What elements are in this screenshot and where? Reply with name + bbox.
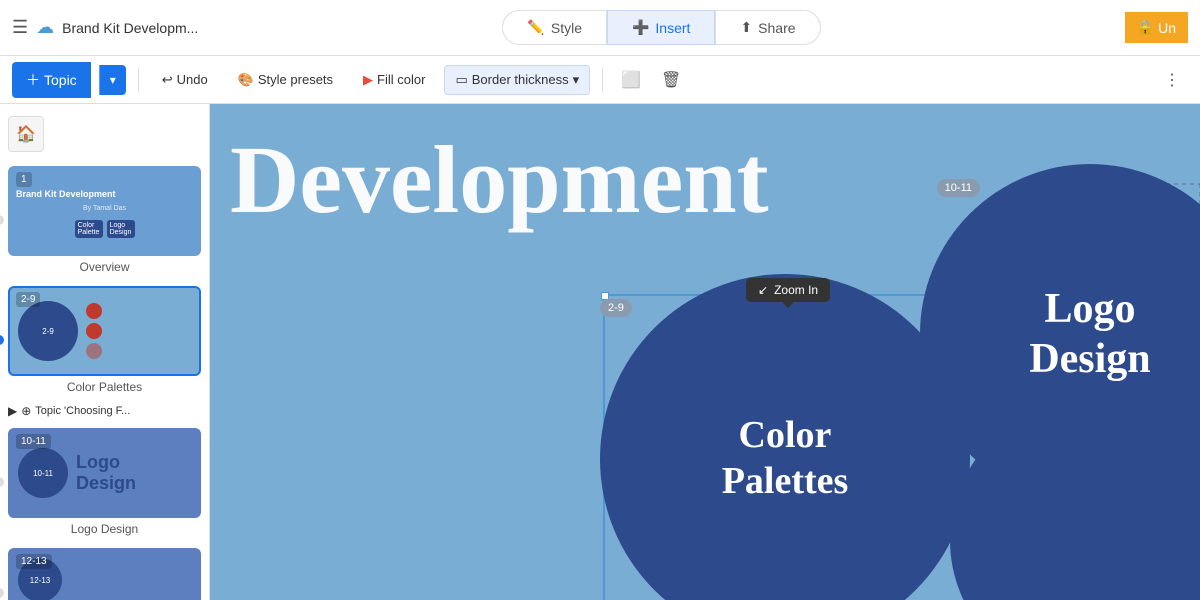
zoom-icon: ↙ bbox=[758, 283, 768, 297]
lock-icon: 🔒 bbox=[1137, 19, 1154, 36]
border-thickness-button[interactable]: ▭ Border thickness ▾ bbox=[444, 65, 590, 95]
trash-icon: 🗑 bbox=[661, 70, 681, 90]
style-presets-icon: 🎨 bbox=[238, 72, 254, 88]
frame-button[interactable]: ⬜ bbox=[615, 64, 647, 96]
toolbar: ＋ Topic ▾ ↩ Undo 🎨 Style presets ▶ Fill … bbox=[0, 56, 1200, 104]
slide-thumb-bottom: 12-13 12-13 bbox=[8, 548, 201, 600]
fill-color-icon: ▶ bbox=[363, 72, 373, 88]
main-tabs: ✏️ Style ➕ Insert ⬆ Share bbox=[206, 10, 1116, 45]
lock-badge[interactable]: 🔒 Un bbox=[1125, 12, 1188, 43]
badge-10-11: 10-11 bbox=[937, 179, 980, 197]
slide-item-overview[interactable]: Brand Kit Development By Tamal Das Color… bbox=[0, 160, 209, 280]
slide-dot-4 bbox=[0, 588, 4, 598]
topic-row[interactable]: ▶ ⊕ Topic 'Choosing F... bbox=[0, 400, 209, 422]
subtopic-icon: ⊕ bbox=[21, 404, 31, 418]
slide-dot-3 bbox=[0, 477, 4, 487]
style-icon: ✏️ bbox=[527, 19, 544, 36]
plus-icon: ＋ bbox=[26, 70, 40, 90]
more-icon: ⋮ bbox=[1164, 70, 1180, 90]
node-logo-text: LogoDesign bbox=[1029, 284, 1150, 385]
slide-num-3: 10-11 bbox=[16, 434, 51, 449]
canvas-area[interactable]: Development ColorPalettes ↙ ↙ Zo bbox=[210, 104, 1200, 600]
slide-label-logo: Logo Design bbox=[8, 522, 201, 536]
node-color-palettes[interactable]: ColorPalettes bbox=[600, 274, 970, 600]
tab-insert[interactable]: ➕ Insert bbox=[607, 10, 715, 45]
border-icon: ▭ bbox=[455, 72, 467, 88]
app-identity: ☰ ☁ Brand Kit Developm... bbox=[12, 17, 198, 38]
slide-item-bottom[interactable]: 12-13 12-13 bbox=[0, 542, 209, 600]
slide-thumb-color: 2-9 2-9 bbox=[8, 286, 201, 376]
zoom-tooltip[interactable]: ↙ ↙ Zoom In Zoom In bbox=[746, 278, 830, 302]
sidebar: 🏠 Brand Kit Development By Tamal Das Col… bbox=[0, 104, 210, 600]
top-bar: ☰ ☁ Brand Kit Developm... ✏️ Style ➕ Ins… bbox=[0, 0, 1200, 56]
node-color-text: ColorPalettes bbox=[722, 413, 849, 504]
slide-thumb-logo: 10-11 LogoDesign 10-11 bbox=[8, 428, 201, 518]
undo-button[interactable]: ↩ Undo bbox=[151, 65, 219, 95]
slide-label-color: Color Palettes bbox=[8, 380, 201, 394]
fill-color-button[interactable]: ▶ Fill color bbox=[352, 65, 436, 95]
menu-icon[interactable]: ☰ bbox=[12, 17, 28, 38]
separator-1 bbox=[138, 68, 139, 92]
canvas-title: Development bbox=[230, 124, 769, 235]
badge-2-9: 2-9 bbox=[600, 299, 632, 317]
add-topic-dropdown[interactable]: ▾ bbox=[99, 65, 126, 95]
slide-dot-2 bbox=[0, 335, 4, 345]
app-title: Brand Kit Developm... bbox=[62, 20, 198, 36]
undo-icon: ↩ bbox=[162, 72, 173, 88]
play-icon: ▶ bbox=[8, 404, 17, 418]
slide-num-2: 2-9 bbox=[16, 292, 40, 307]
main-layout: 🏠 Brand Kit Development By Tamal Das Col… bbox=[0, 104, 1200, 600]
home-icon: 🏠 bbox=[16, 124, 36, 144]
dropdown-icon: ▾ bbox=[573, 72, 580, 88]
home-button[interactable]: 🏠 bbox=[8, 116, 44, 152]
delete-button[interactable]: 🗑 bbox=[655, 64, 687, 96]
slide-item-logo[interactable]: 10-11 LogoDesign 10-11 Logo Design bbox=[0, 422, 209, 542]
share-icon: ⬆ bbox=[740, 19, 752, 36]
slide-num-1: 1 bbox=[16, 172, 32, 187]
frame-icon: ⬜ bbox=[621, 70, 641, 90]
style-presets-button[interactable]: 🎨 Style presets bbox=[227, 65, 344, 95]
more-options-button[interactable]: ⋮ bbox=[1156, 64, 1188, 96]
slide-item-color[interactable]: 2-9 2-9 Color Palettes bbox=[0, 280, 209, 400]
slide-thumb-overview: Brand Kit Development By Tamal Das Color… bbox=[8, 166, 201, 256]
tab-share[interactable]: ⬆ Share bbox=[715, 10, 820, 45]
tab-style[interactable]: ✏️ Style bbox=[502, 10, 607, 45]
cloud-icon: ☁ bbox=[36, 17, 54, 38]
slide-label-overview: Overview bbox=[8, 260, 201, 274]
separator-2 bbox=[602, 68, 603, 92]
add-topic-button[interactable]: ＋ Topic bbox=[12, 62, 91, 98]
slide-dot-1 bbox=[0, 215, 4, 225]
slide-num-4: 12-13 bbox=[16, 554, 52, 569]
insert-icon: ➕ bbox=[632, 19, 649, 36]
top-bar-actions: 🔒 Un bbox=[1125, 12, 1188, 43]
